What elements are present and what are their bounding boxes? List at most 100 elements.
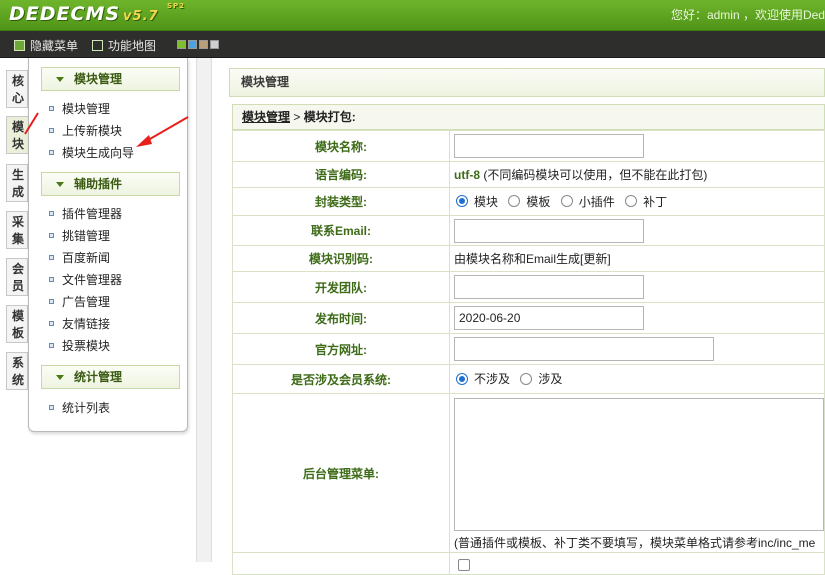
tab-template[interactable]: 模板 <box>6 305 28 343</box>
member-radio-no[interactable]: 不涉及 <box>456 370 510 387</box>
form-row-name: 模块名称: <box>232 130 825 162</box>
radio-icon <box>520 372 533 385</box>
admin-menu-textarea[interactable] <box>454 398 824 531</box>
logo-version: v5.7 <box>123 9 159 24</box>
member-system-label: 是否涉及会员系统: <box>232 364 450 394</box>
tab-system-label: 系统 <box>12 356 25 387</box>
bullet-icon <box>49 405 54 410</box>
breadcrumb-current: 模块打包: <box>303 110 356 124</box>
function-map-label: 功能地图 <box>108 39 157 53</box>
menu-group-module-manage[interactable]: 模块管理 <box>41 67 180 91</box>
module-id-value: 由模块名称和Email生成[更新] <box>454 252 611 266</box>
menu-item-friend-links[interactable]: 友情链接 <box>49 315 110 332</box>
tab-system[interactable]: 系统 <box>6 352 28 390</box>
radio-label: 模板 <box>526 194 551 209</box>
release-date-input[interactable]: 2020-06-20 <box>454 306 644 330</box>
tab-core[interactable]: 核心 <box>6 70 28 108</box>
collapse-arrow-icon <box>56 182 64 188</box>
form-row-team: 开发团队: <box>232 271 825 303</box>
welcome-greeting: 您好：admin ，欢迎使用Ded <box>670 8 825 22</box>
module-name-input[interactable] <box>454 134 644 158</box>
function-map-button[interactable]: 功能地图 <box>92 37 156 54</box>
release-date-label: 发布时间: <box>232 302 450 334</box>
skin-blue-swatch[interactable] <box>188 40 197 49</box>
checkbox-icon[interactable] <box>458 559 470 571</box>
official-site-label: 官方网址: <box>232 333 450 365</box>
admin-menu-label: 后台管理菜单: <box>232 393 450 553</box>
form-row-id: 模块识别码: 由模块名称和Email生成[更新] <box>232 245 825 272</box>
menu-item-baidu-news[interactable]: 百度新闻 <box>49 249 110 266</box>
menu-group-title: 统计管理 <box>74 370 123 384</box>
pack-radio-template[interactable]: 模板 <box>508 193 550 210</box>
main-content: 模块管理 模块管理 > 模块打包: 模块名称: 语言编码: utf-8 (不同编… <box>229 64 825 575</box>
menu-item-file-manager[interactable]: 文件管理器 <box>49 271 122 288</box>
form-row-email: 联系Email: <box>232 215 825 246</box>
pack-radio-widget[interactable]: 小插件 <box>560 193 615 210</box>
bullet-icon <box>49 233 54 238</box>
menu-group-title: 辅助插件 <box>74 177 123 191</box>
bullet-icon <box>49 255 54 260</box>
tab-template-label: 模板 <box>12 309 25 340</box>
form-row-encoding: 语言编码: utf-8 (不同编码模块可以使用，但不能在此打包) <box>232 161 825 188</box>
radio-icon <box>508 195 521 208</box>
dev-team-label: 开发团队: <box>232 271 450 303</box>
tab-core-label: 核心 <box>12 74 25 105</box>
menu-item-label: 文件管理器 <box>62 273 123 287</box>
menu-group-plugins[interactable]: 辅助插件 <box>41 172 180 196</box>
hide-menu-label: 隐藏菜单 <box>30 39 79 53</box>
form-row-partial <box>232 552 825 575</box>
email-input[interactable] <box>454 218 644 243</box>
encoding-note: (不同编码模块可以使用，但不能在此打包) <box>480 168 708 182</box>
radio-label: 不涉及 <box>474 372 511 387</box>
menu-item-label: 友情链接 <box>62 317 111 331</box>
tab-member[interactable]: 会员 <box>6 258 28 296</box>
pack-radio-module[interactable]: 模块 <box>456 193 498 210</box>
official-site-input[interactable] <box>454 337 714 361</box>
menu-item-vote-module[interactable]: 投票模块 <box>49 337 110 354</box>
pack-radio-patch[interactable]: 补丁 <box>625 193 667 210</box>
breadcrumb-link-module-manage[interactable]: 模块管理 <box>242 110 290 124</box>
tab-generate-label: 生成 <box>12 168 25 199</box>
dev-team-input[interactable] <box>454 275 644 299</box>
skin-green-swatch[interactable] <box>177 40 186 49</box>
module-name-label: 模块名称: <box>232 130 450 162</box>
encoding-label: 语言编码: <box>232 161 450 188</box>
menu-item-ad-manage[interactable]: 广告管理 <box>49 293 110 310</box>
menu-item-stats-list[interactable]: 统计列表 <box>49 399 110 416</box>
grid-map-icon <box>92 40 103 51</box>
member-radio-yes[interactable]: 涉及 <box>520 370 562 387</box>
page-title: 模块管理 <box>229 68 825 97</box>
menu-item-label: 统计列表 <box>62 401 111 415</box>
menu-item-error-report[interactable]: 挑错管理 <box>49 227 110 244</box>
menu-item-plugin-manager[interactable]: 插件管理器 <box>49 205 122 222</box>
menu-group-stats[interactable]: 统计管理 <box>41 365 180 389</box>
breadcrumb-separator: > <box>290 110 304 124</box>
skin-brown-swatch[interactable] <box>199 40 208 49</box>
skin-swatches <box>177 40 219 49</box>
form-row-pack-type: 封装类型: 模块 模板 小插件 补丁 <box>232 187 825 216</box>
tab-collect[interactable]: 采集 <box>6 211 28 249</box>
menu-item-label: 投票模块 <box>62 339 111 353</box>
radio-label: 涉及 <box>538 372 563 387</box>
form-row-date: 发布时间: 2020-06-20 <box>232 302 825 334</box>
menu-group-title: 模块管理 <box>74 72 123 86</box>
module-id-label: 模块识别码: <box>232 245 450 272</box>
tab-generate[interactable]: 生成 <box>6 164 28 202</box>
skin-gray-swatch[interactable] <box>210 40 219 49</box>
radio-icon <box>625 195 638 208</box>
radio-icon <box>560 195 573 208</box>
bullet-icon <box>49 321 54 326</box>
annotation-arrowhead <box>136 135 152 147</box>
admin-menu-note: (普通插件或模板、补丁类不要填写，模块菜单格式请参考inc/inc_me <box>454 536 816 550</box>
menu-item-label: 广告管理 <box>62 295 111 309</box>
logo-text: DEDECMS <box>9 3 121 25</box>
menu-item-label: 百度新闻 <box>62 251 111 265</box>
top-header-bar: DEDECMS v5.7 SP2 您好：admin ，欢迎使用Ded <box>0 0 825 31</box>
collapse-arrow-icon <box>56 375 64 381</box>
bullet-icon <box>49 211 54 216</box>
bullet-icon <box>49 277 54 282</box>
radio-label: 模块 <box>474 194 499 209</box>
hide-menu-icon <box>14 40 25 51</box>
hide-menu-button[interactable]: 隐藏菜单 <box>14 37 78 54</box>
bullet-icon <box>49 343 54 348</box>
